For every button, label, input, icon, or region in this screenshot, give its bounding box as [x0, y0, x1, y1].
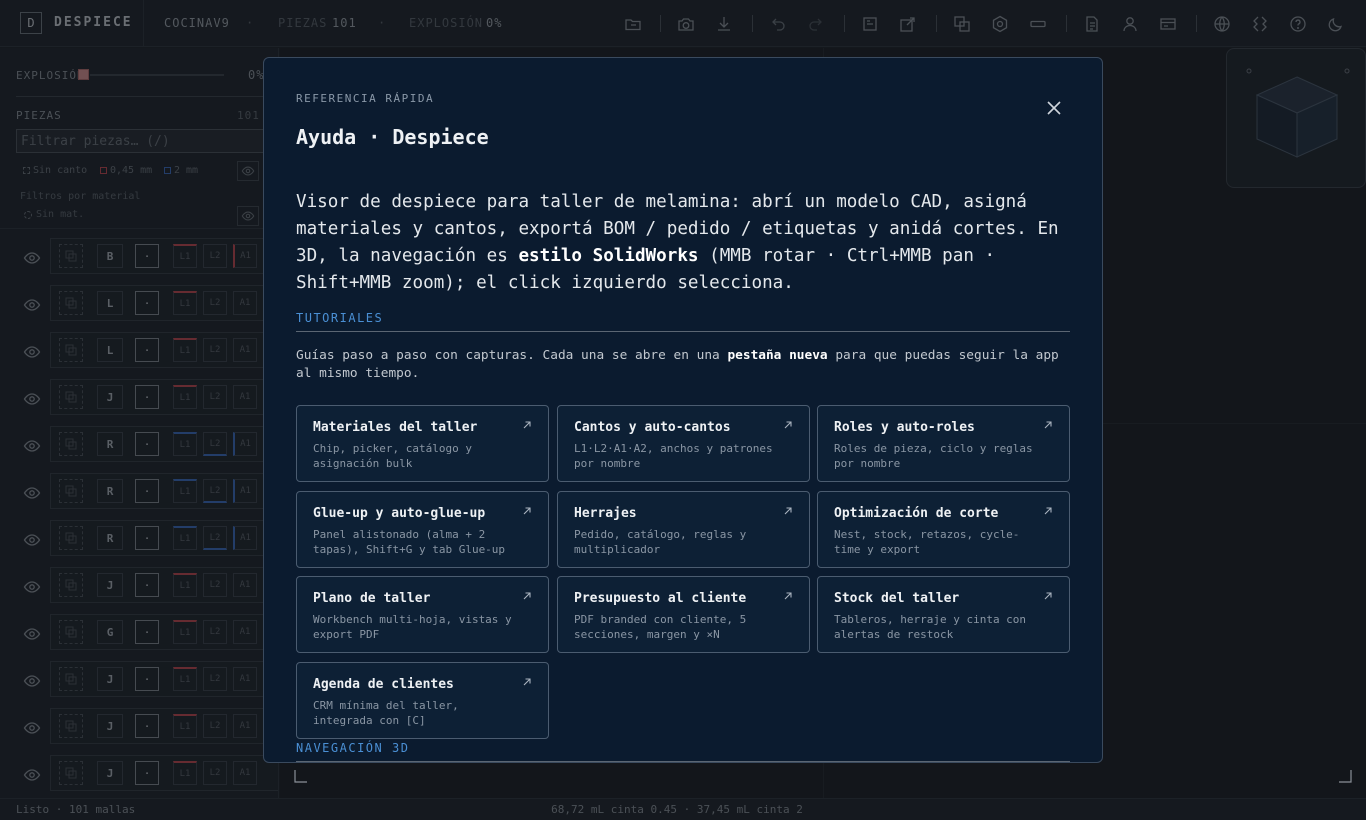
tutorial-card-subtitle: Chip, picker, catálogo y asignación bulk	[313, 442, 472, 470]
tutorial-card-subtitle: Roles de pieza, ciclo y reglas por nombr…	[834, 442, 1033, 470]
tutorial-card[interactable]: Optimización de corte Nest, stock, retazo…	[817, 490, 1070, 568]
external-link-icon	[1043, 591, 1053, 601]
tutorial-card-subtitle: L1·L2·A1·A2, anchos y patrones por nombr…	[574, 442, 773, 470]
desc-emphasis: pestaña nueva	[727, 348, 828, 363]
modal-title: Ayuda · Despiece	[296, 125, 489, 149]
tutorial-card-title: Agenda de clientes	[313, 676, 454, 692]
navigation-3d-heading: NAVEGACIÓN 3D	[296, 741, 410, 755]
corner-bracket	[294, 770, 307, 783]
divider	[296, 761, 1070, 762]
help-modal: REFERENCIA RÁPIDA Ayuda · Despiece Visor…	[263, 57, 1103, 763]
tutorial-card[interactable]: Herrajes Pedido, catálogo, reglas y multi…	[557, 490, 810, 568]
tutorial-card-title: Cantos y auto-cantos	[574, 420, 731, 435]
external-link-icon	[522, 506, 532, 516]
tutorial-card-subtitle: Workbench multi-hoja, vistas y export PD…	[313, 613, 512, 641]
modal-intro: Visor de despiece para taller de melamin…	[296, 189, 1076, 297]
close-button[interactable]	[1042, 96, 1066, 120]
tutorial-card[interactable]: Stock del taller Tableros, herraje y cint…	[817, 576, 1070, 653]
external-link-icon	[522, 420, 532, 430]
tutorial-card-title: Roles y auto-roles	[834, 420, 975, 435]
close-icon	[1047, 101, 1061, 115]
external-link-icon	[522, 677, 532, 687]
external-link-icon	[1043, 506, 1053, 516]
tutorial-card-subtitle: Pedido, catálogo, reglas y multiplicador	[574, 527, 747, 556]
tutorials-description: Guías paso a paso con capturas. Cada una…	[296, 347, 1072, 383]
tutorial-card-title: Materiales del taller	[313, 420, 478, 435]
external-link-icon	[783, 591, 793, 601]
divider	[296, 331, 1070, 332]
tutorial-card-title: Plano de taller	[313, 591, 431, 606]
tutorial-card-title: Herrajes	[574, 505, 637, 521]
tutorial-card[interactable]: Agenda de clientes CRM mínima del taller,…	[296, 661, 549, 739]
tutorial-card-title: Stock del taller	[834, 591, 960, 606]
tutorial-card-subtitle: CRM mínima del taller, integrada con [C]	[313, 698, 459, 727]
tutorial-card[interactable]: Plano de taller Workbench multi-hoja, vis…	[296, 576, 549, 653]
tutorial-card[interactable]: Presupuesto al cliente PDF branded con cl…	[557, 576, 810, 653]
external-link-icon	[783, 420, 793, 430]
external-link-icon	[522, 591, 532, 601]
external-link-icon	[1043, 420, 1053, 430]
tutorial-card-title: Optimización de corte	[834, 505, 999, 521]
tutorials-heading: TUTORIALES	[296, 311, 384, 325]
tutorial-card-title: Presupuesto al cliente	[574, 591, 747, 606]
tutorial-card-subtitle: Nest, stock, retazos, cycle-time y expor…	[834, 527, 1020, 556]
tutorial-card[interactable]: Cantos y auto-cantos L1·L2·A1·A2, anchos …	[557, 405, 810, 482]
intro-emphasis: estilo SolidWorks	[518, 246, 699, 266]
tutorial-card-subtitle: PDF branded con cliente, 5 secciones, ma…	[574, 613, 747, 641]
tutorial-card[interactable]: Glue-up y auto-glue-up Panel alistonado (…	[296, 490, 549, 568]
tutorial-card[interactable]: Materiales del taller Chip, picker, catál…	[296, 405, 549, 482]
tutorial-card-subtitle: Panel alistonado (alma + 2 tapas), Shift…	[313, 527, 506, 556]
tutorial-card-title: Glue-up y auto-glue-up	[313, 505, 486, 521]
desc-text: Guías paso a paso con capturas. Cada una…	[296, 348, 728, 363]
external-link-icon	[783, 506, 793, 516]
corner-bracket	[1339, 770, 1352, 783]
modal-kicker: REFERENCIA RÁPIDA	[296, 92, 435, 105]
tutorial-card-subtitle: Tableros, herraje y cinta con alertas de…	[834, 613, 1027, 641]
tutorial-card[interactable]: Roles y auto-roles Roles de pieza, ciclo …	[817, 405, 1070, 482]
